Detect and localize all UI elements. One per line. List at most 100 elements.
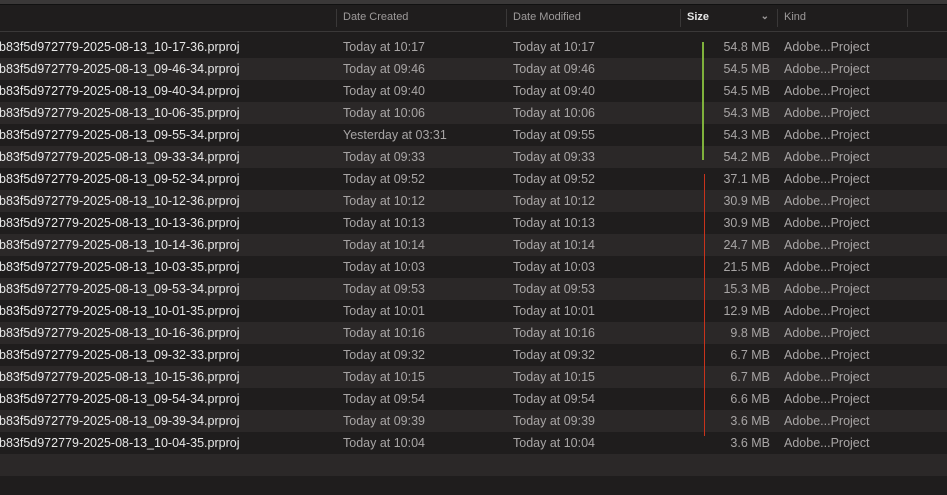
- date-modified: Today at 10:01: [513, 304, 596, 318]
- file-size: 24.7 MB: [723, 238, 770, 252]
- file-size: 30.9 MB: [723, 216, 770, 230]
- date-created: Today at 09:52: [343, 172, 426, 186]
- file-name: b83f5d972779-2025-08-13_10-12-36.prproj: [0, 194, 240, 208]
- file-name: b83f5d972779-2025-08-13_09-39-34.prproj: [0, 414, 240, 428]
- date-created: Today at 10:15: [343, 370, 426, 384]
- file-name: b83f5d972779-2025-08-13_09-46-34.prproj: [0, 62, 240, 76]
- date-created: Today at 09:46: [343, 62, 426, 76]
- date-modified: Today at 10:16: [513, 326, 596, 340]
- date-created: Today at 09:32: [343, 348, 426, 362]
- date-modified: Today at 09:46: [513, 62, 596, 76]
- file-size: 54.5 MB: [723, 62, 770, 76]
- file-kind: Adobe...Project: [784, 128, 870, 142]
- date-created: Today at 09:33: [343, 150, 426, 164]
- file-name: b83f5d972779-2025-08-13_09-32-33.prproj: [0, 348, 240, 362]
- file-size: 54.5 MB: [723, 84, 770, 98]
- file-kind: Adobe...Project: [784, 348, 870, 362]
- date-modified: Today at 09:32: [513, 348, 596, 362]
- file-size: 54.3 MB: [723, 106, 770, 120]
- file-kind: Adobe...Project: [784, 62, 870, 76]
- column-header-date-created[interactable]: Date Created: [336, 5, 506, 31]
- file-size: 54.8 MB: [723, 40, 770, 54]
- file-size: 6.6 MB: [730, 392, 770, 406]
- file-name: b83f5d972779-2025-08-13_10-13-36.prproj: [0, 216, 240, 230]
- date-created: Today at 09:53: [343, 282, 426, 296]
- file-kind: Adobe...Project: [784, 216, 870, 230]
- file-name: b83f5d972779-2025-08-13_10-16-36.prproj: [0, 326, 240, 340]
- file-kind: Adobe...Project: [784, 84, 870, 98]
- column-header: Date Created Date Modified Size ⌄ Kind: [0, 5, 947, 32]
- file-kind: Adobe...Project: [784, 392, 870, 406]
- column-divider[interactable]: [907, 9, 908, 27]
- table-row[interactable]: b83f5d972779-2025-08-13_10-03-35.prproj T…: [0, 256, 947, 278]
- file-size: 3.6 MB: [730, 436, 770, 450]
- table-row[interactable]: b83f5d972779-2025-08-13_10-13-36.prproj T…: [0, 212, 947, 234]
- file-name: b83f5d972779-2025-08-13_10-06-35.prproj: [0, 106, 240, 120]
- table-row[interactable]: b83f5d972779-2025-08-13_09-33-34.prproj T…: [0, 146, 947, 168]
- file-size: 21.5 MB: [723, 260, 770, 274]
- file-name: b83f5d972779-2025-08-13_10-14-36.prproj: [0, 238, 240, 252]
- table-row[interactable]: b83f5d972779-2025-08-13_10-17-36.prproj T…: [0, 36, 947, 58]
- date-created: Today at 10:12: [343, 194, 426, 208]
- file-name: b83f5d972779-2025-08-13_09-33-34.prproj: [0, 150, 240, 164]
- table-row[interactable]: b83f5d972779-2025-08-13_09-52-34.prproj T…: [0, 168, 947, 190]
- file-kind: Adobe...Project: [784, 414, 870, 428]
- table-row[interactable]: b83f5d972779-2025-08-13_10-14-36.prproj T…: [0, 234, 947, 256]
- date-created: Today at 09:40: [343, 84, 426, 98]
- date-created: Today at 10:16: [343, 326, 426, 340]
- date-modified: Today at 10:12: [513, 194, 596, 208]
- table-row[interactable]: b83f5d972779-2025-08-13_10-16-36.prproj T…: [0, 322, 947, 344]
- date-created: Today at 09:54: [343, 392, 426, 406]
- table-row[interactable]: b83f5d972779-2025-08-13_10-12-36.prproj T…: [0, 190, 947, 212]
- date-created: Today at 10:13: [343, 216, 426, 230]
- table-row[interactable]: b83f5d972779-2025-08-13_09-40-34.prproj T…: [0, 80, 947, 102]
- file-kind: Adobe...Project: [784, 370, 870, 384]
- table-row[interactable]: b83f5d972779-2025-08-13_09-46-34.prproj T…: [0, 58, 947, 80]
- column-header-kind[interactable]: Kind: [777, 5, 907, 31]
- date-created: Today at 10:17: [343, 40, 426, 54]
- file-name: b83f5d972779-2025-08-13_09-52-34.prproj: [0, 172, 240, 186]
- date-modified: Today at 09:55: [513, 128, 596, 142]
- date-modified: Today at 10:03: [513, 260, 596, 274]
- column-header-name[interactable]: [0, 5, 336, 31]
- table-row[interactable]: b83f5d972779-2025-08-13_10-06-35.prproj T…: [0, 102, 947, 124]
- date-modified: Today at 10:06: [513, 106, 596, 120]
- column-header-date-modified[interactable]: Date Modified: [506, 5, 680, 31]
- date-modified: Today at 10:13: [513, 216, 596, 230]
- date-modified: Today at 09:39: [513, 414, 596, 428]
- date-modified: Today at 10:04: [513, 436, 596, 450]
- file-kind: Adobe...Project: [784, 304, 870, 318]
- file-name: b83f5d972779-2025-08-13_09-55-34.prproj: [0, 128, 240, 142]
- file-size: 6.7 MB: [730, 370, 770, 384]
- file-size: 54.2 MB: [723, 150, 770, 164]
- date-created: Today at 10:14: [343, 238, 426, 252]
- file-kind: Adobe...Project: [784, 172, 870, 186]
- file-kind: Adobe...Project: [784, 106, 870, 120]
- date-created: Today at 10:04: [343, 436, 426, 450]
- file-name: b83f5d972779-2025-08-13_10-15-36.prproj: [0, 370, 240, 384]
- file-size: 9.8 MB: [730, 326, 770, 340]
- date-modified: Today at 09:54: [513, 392, 596, 406]
- table-row[interactable]: b83f5d972779-2025-08-13_10-01-35.prproj T…: [0, 300, 947, 322]
- table-row[interactable]: b83f5d972779-2025-08-13_09-55-34.prproj Y…: [0, 124, 947, 146]
- file-name: b83f5d972779-2025-08-13_10-17-36.prproj: [0, 40, 240, 54]
- file-kind: Adobe...Project: [784, 194, 870, 208]
- date-modified: Today at 09:52: [513, 172, 596, 186]
- file-size: 3.6 MB: [730, 414, 770, 428]
- file-size: 6.7 MB: [730, 348, 770, 362]
- file-kind: Adobe...Project: [784, 260, 870, 274]
- table-row[interactable]: b83f5d972779-2025-08-13_09-54-34.prproj T…: [0, 388, 947, 410]
- table-row[interactable]: b83f5d972779-2025-08-13_09-53-34.prproj T…: [0, 278, 947, 300]
- file-size: 30.9 MB: [723, 194, 770, 208]
- column-header-size[interactable]: Size ⌄: [680, 5, 777, 31]
- table-row[interactable]: b83f5d972779-2025-08-13_10-15-36.prproj T…: [0, 366, 947, 388]
- file-name: b83f5d972779-2025-08-13_09-54-34.prproj: [0, 392, 240, 406]
- table-row[interactable]: b83f5d972779-2025-08-13_09-32-33.prproj T…: [0, 344, 947, 366]
- table-row[interactable]: b83f5d972779-2025-08-13_09-39-34.prproj T…: [0, 410, 947, 432]
- empty-row: [0, 454, 947, 476]
- file-name: b83f5d972779-2025-08-13_10-04-35.prproj: [0, 436, 240, 450]
- green-size-marker: [702, 42, 704, 160]
- date-created: Yesterday at 03:31: [343, 128, 447, 142]
- date-created: Today at 10:03: [343, 260, 426, 274]
- table-row[interactable]: b83f5d972779-2025-08-13_10-04-35.prproj T…: [0, 432, 947, 454]
